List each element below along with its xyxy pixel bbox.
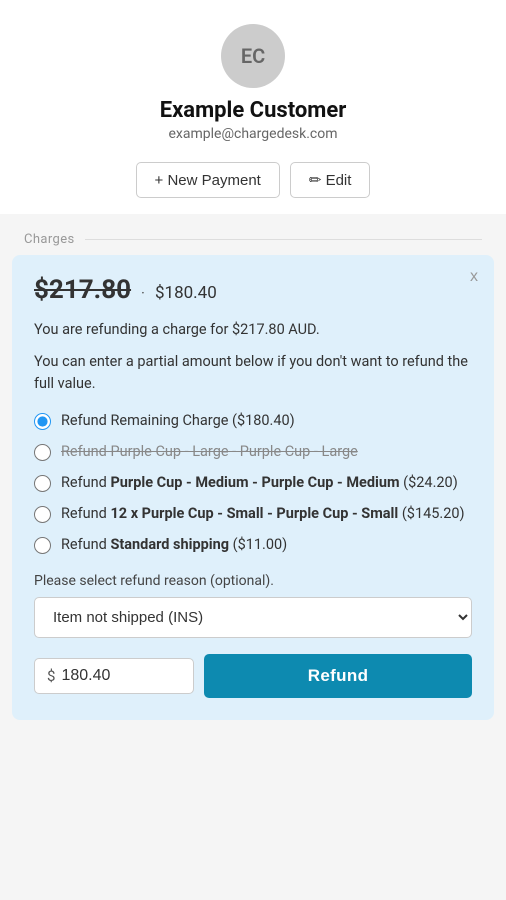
dollar-symbol: $ [47, 667, 55, 685]
charges-section-label: Charges [0, 214, 506, 255]
refund-option-4-label[interactable]: Refund 12 x Purple Cup - Small - Purple … [61, 503, 465, 524]
refund-description-1: You are refunding a charge for $217.80 A… [34, 319, 472, 341]
close-button[interactable]: x [470, 269, 478, 285]
price-current: $180.40 [155, 283, 217, 303]
refund-card: x $217.80 · $180.40 You are refunding a … [12, 255, 494, 720]
refund-option-3-bold: Purple Cup - Medium - Purple Cup - Mediu… [110, 474, 399, 491]
refund-option-4-bold: 12 x Purple Cup - Small - Purple Cup - S… [110, 505, 398, 522]
action-buttons: + New Payment ✏ Edit [136, 162, 371, 198]
new-payment-button[interactable]: + New Payment [136, 162, 280, 198]
refund-option-2-label[interactable]: Refund Purple Cup - Large - Purple Cup -… [61, 441, 358, 462]
refund-option-3-radio[interactable] [34, 475, 51, 492]
amount-input-wrapper[interactable]: $ [34, 658, 194, 694]
customer-name: Example Customer [160, 98, 347, 123]
refund-option-5-label[interactable]: Refund Standard shipping ($11.00) [61, 534, 287, 555]
refund-option-2-text: Refund Purple Cup - Large - Purple Cup -… [61, 443, 358, 460]
header: EC Example Customer example@chargedesk.c… [0, 0, 506, 214]
refund-option-3[interactable]: Refund Purple Cup - Medium - Purple Cup … [34, 472, 472, 493]
refund-option-5-radio[interactable] [34, 537, 51, 554]
refund-option-3-label[interactable]: Refund Purple Cup - Medium - Purple Cup … [61, 472, 458, 493]
select-label: Please select refund reason (optional). [34, 573, 472, 589]
price-divider: · [141, 284, 145, 302]
customer-info: EC Example Customer example@chargedesk.c… [160, 24, 347, 142]
refund-option-2[interactable]: Refund Purple Cup - Large - Purple Cup -… [34, 441, 472, 462]
refund-description-2: You can enter a partial amount below if … [34, 351, 472, 395]
refund-option-5-bold: Standard shipping [110, 536, 229, 553]
refund-option-1[interactable]: Refund Remaining Charge ($180.40) [34, 410, 472, 431]
price-original: $217.80 [34, 275, 131, 305]
customer-email: example@chargedesk.com [169, 126, 338, 142]
refund-button[interactable]: Refund [204, 654, 472, 698]
refund-option-4-radio[interactable] [34, 506, 51, 523]
refund-option-2-radio[interactable] [34, 444, 51, 461]
refund-option-4[interactable]: Refund 12 x Purple Cup - Small - Purple … [34, 503, 472, 524]
refund-option-1-label[interactable]: Refund Remaining Charge ($180.40) [61, 410, 295, 431]
avatar: EC [221, 24, 285, 88]
refund-option-1-radio[interactable] [34, 413, 51, 430]
refund-reason-select[interactable]: Item not shipped (INS) Duplicate (DUP) F… [34, 597, 472, 638]
refund-options: Refund Remaining Charge ($180.40) Refund… [34, 410, 472, 555]
amount-input[interactable] [61, 667, 181, 685]
price-header: $217.80 · $180.40 [34, 275, 472, 305]
edit-button[interactable]: ✏ Edit [290, 162, 371, 198]
refund-actions: $ Refund [34, 654, 472, 698]
refund-option-5[interactable]: Refund Standard shipping ($11.00) [34, 534, 472, 555]
